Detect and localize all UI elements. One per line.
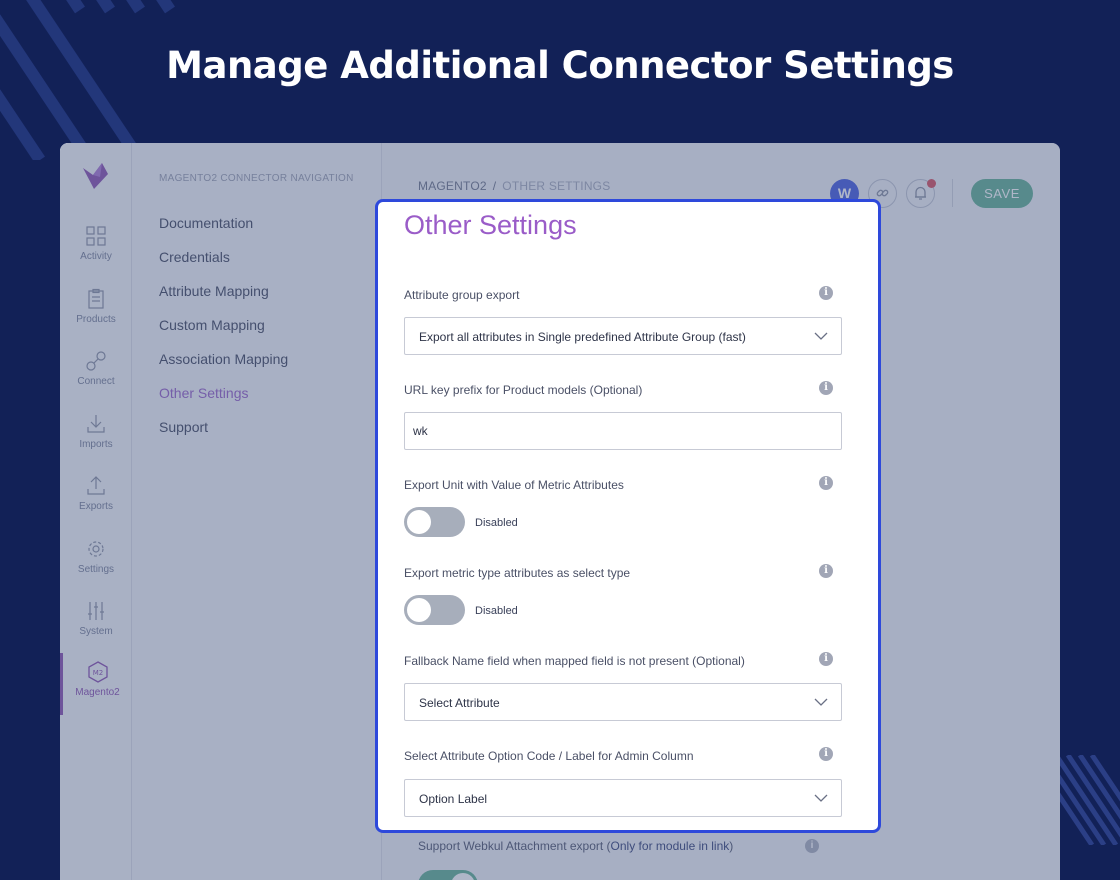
- info-icon[interactable]: i: [819, 381, 833, 395]
- select-value: Export all attributes in Single predefin…: [419, 330, 746, 344]
- metric-as-select-state: Disabled: [475, 605, 518, 617]
- metric-as-select-toggle[interactable]: [404, 595, 465, 625]
- info-icon[interactable]: i: [819, 564, 833, 578]
- select-value: Select Attribute: [419, 696, 500, 710]
- option-code-label-label: Select Attribute Option Code / Label for…: [404, 749, 694, 763]
- export-unit-label: Export Unit with Value of Metric Attribu…: [404, 478, 624, 492]
- url-key-prefix-input[interactable]: [404, 412, 842, 450]
- chevron-down-icon: [814, 332, 828, 340]
- info-icon[interactable]: i: [819, 652, 833, 666]
- select-value: Option Label: [419, 792, 488, 806]
- chevron-down-icon: [814, 698, 828, 706]
- url-key-prefix-label: URL key prefix for Product models (Optio…: [404, 383, 643, 397]
- attribute-group-export-label: Attribute group export: [404, 288, 520, 302]
- toggle-knob: [407, 510, 431, 534]
- other-settings-panel: Other Settings Attribute group export i …: [375, 199, 881, 833]
- attribute-group-export-select[interactable]: Export all attributes in Single predefin…: [404, 317, 842, 355]
- metric-as-select-label: Export metric type attributes as select …: [404, 566, 631, 580]
- decorative-stripes-bottom-right: [1056, 755, 1120, 845]
- fallback-name-label: Fallback Name field when mapped field is…: [404, 654, 745, 668]
- info-icon[interactable]: i: [819, 286, 833, 300]
- option-code-label-select[interactable]: Option Label: [404, 779, 842, 817]
- info-icon[interactable]: i: [819, 476, 833, 490]
- chevron-down-icon: [814, 794, 828, 802]
- panel-title: Other Settings: [404, 210, 577, 240]
- export-unit-toggle[interactable]: [404, 507, 465, 537]
- hero-title: Manage Additional Connector Settings: [166, 44, 954, 87]
- fallback-name-select[interactable]: Select Attribute: [404, 683, 842, 721]
- export-unit-state: Disabled: [475, 517, 518, 529]
- toggle-knob: [407, 598, 431, 622]
- info-icon[interactable]: i: [819, 747, 833, 761]
